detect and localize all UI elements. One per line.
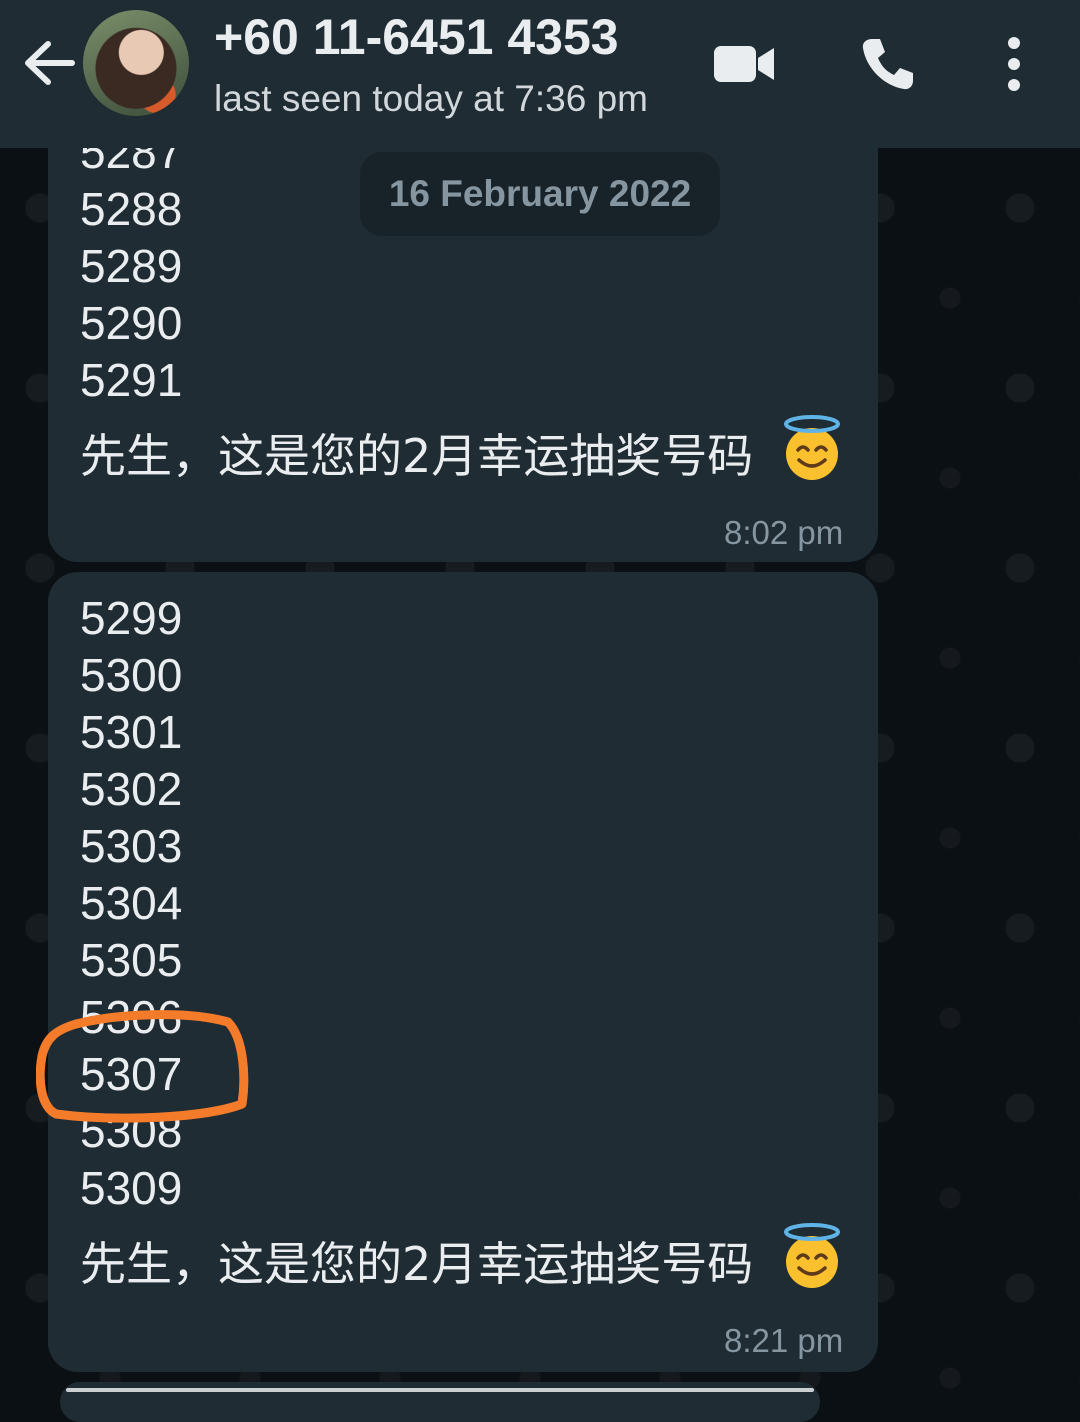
message-time: 8:02 pm [724,514,844,551]
message-text: 先生，这是您的2月幸运抽奖号码 [80,1237,754,1291]
avatar[interactable] [83,10,189,116]
lottery-number: 5288 [80,183,183,235]
lottery-number: 5291 [80,354,183,406]
lottery-number: 5304 [80,877,183,929]
message-time: 8:21 pm [724,1322,844,1359]
lottery-number: 5300 [80,649,183,701]
contact-name[interactable]: +60 11-6451 4353 [214,8,619,66]
lottery-number: 5301 [80,706,183,758]
lottery-number: 5299 [80,592,183,644]
chat-header: +60 11-6451 4353 last seen today at 7:36… [0,0,1080,148]
video-call-icon[interactable] [712,42,776,86]
highlight-annotation [36,1010,249,1123]
contact-status[interactable]: last seen today at 7:36 pm [214,78,648,120]
lottery-number: 5289 [80,240,183,292]
lottery-number: 5290 [80,297,183,349]
back-arrow-icon[interactable] [22,38,76,88]
smiling-face-with-halo-icon [784,1223,840,1288]
message-text: 先生，这是您的2月幸运抽奖号码 [80,429,754,483]
next-message-edge [66,1388,814,1392]
smiling-face-with-halo-icon [784,415,840,480]
lottery-number: 5303 [80,820,183,872]
voice-call-icon[interactable] [860,36,916,92]
lottery-number: 5305 [80,934,183,986]
date-separator: 16 February 2022 [360,152,720,236]
more-options-icon[interactable] [1000,36,1028,92]
lottery-number: 5302 [80,763,183,815]
lottery-number: 5309 [80,1162,183,1214]
